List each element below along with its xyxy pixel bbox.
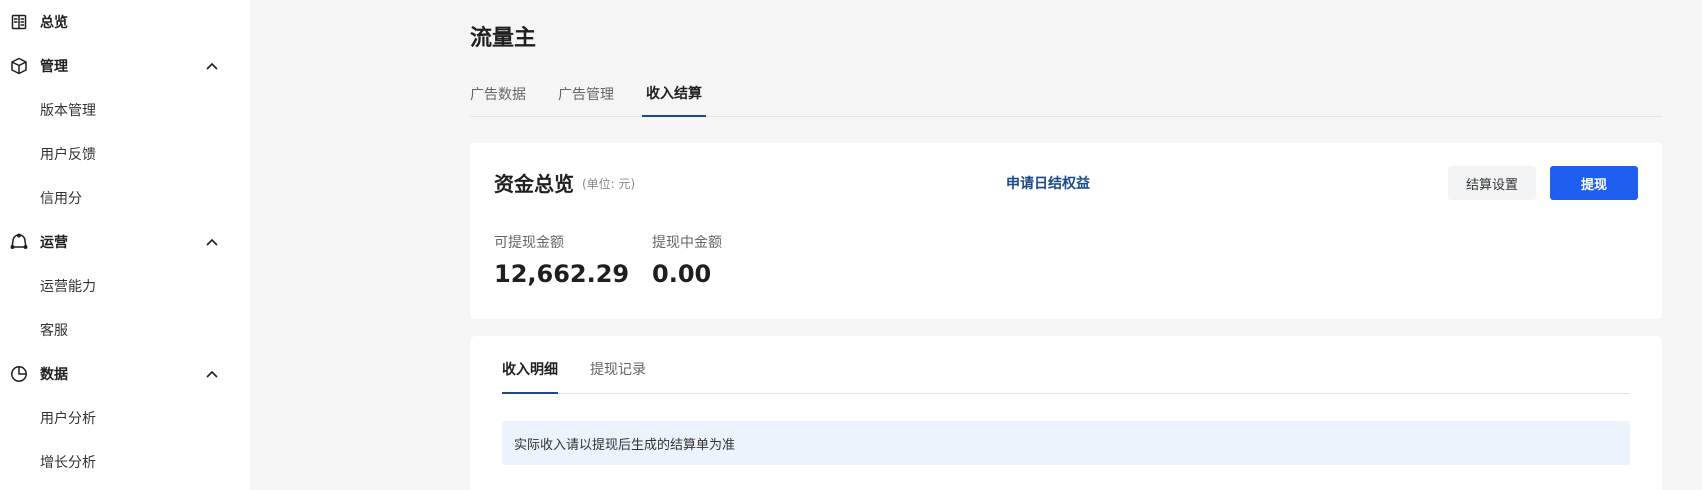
available-amount-label: 可提现金额 xyxy=(494,235,564,251)
sidebar-group-label: 数据 xyxy=(40,367,68,383)
withdraw-button[interactable]: 提现 xyxy=(1550,166,1638,200)
sidebar: 总览 管理 版本管理 用户反馈 信用分 运营 运营能力 客服 数据 用户分析 增… xyxy=(0,0,250,490)
sidebar-group-label: 总览 xyxy=(40,15,68,31)
fund-unit-label: (单位: 元) xyxy=(582,177,636,191)
sidebar-group-manage[interactable]: 管理 xyxy=(0,44,250,88)
detail-tabs: 收入明细 提现记录 xyxy=(502,336,1630,394)
cube-icon xyxy=(10,57,28,75)
pending-amount-value: 0.00 xyxy=(652,260,712,288)
main-tabs: 广告数据 广告管理 收入结算 xyxy=(470,70,1662,117)
sidebar-item-operation-capability[interactable]: 运营能力 xyxy=(40,266,240,306)
pie-chart-icon xyxy=(10,365,28,383)
sidebar-item-credit-score[interactable]: 信用分 xyxy=(40,178,240,218)
fund-overview-title: 资金总览 xyxy=(494,172,574,196)
sidebar-group-operation[interactable]: 运营 xyxy=(0,220,250,264)
sidebar-item-user-analysis[interactable]: 用户分析 xyxy=(40,398,240,438)
settlement-notice: 实际收入请以提现后生成的结算单为准 xyxy=(502,421,1630,465)
pending-amount-label: 提现中金额 xyxy=(652,235,722,251)
sidebar-item-overview[interactable]: 总览 xyxy=(0,0,250,44)
overview-icon xyxy=(10,13,28,31)
chevron-up-icon xyxy=(204,234,220,250)
sidebar-item-customer-service[interactable]: 客服 xyxy=(40,310,240,350)
sidebar-group-label: 运营 xyxy=(40,235,68,251)
sidebar-group-label: 管理 xyxy=(40,59,68,75)
sidebar-group-data[interactable]: 数据 xyxy=(0,352,250,396)
page-title: 流量主 xyxy=(470,26,537,51)
income-details-card: 收入明细 提现记录 实际收入请以提现后生成的结算单为准 xyxy=(470,336,1662,490)
tab-withdraw-records[interactable]: 提现记录 xyxy=(590,356,646,394)
settlement-settings-button[interactable]: 结算设置 xyxy=(1448,166,1536,200)
tab-ad-management[interactable]: 广告管理 xyxy=(558,70,614,117)
chevron-up-icon xyxy=(204,366,220,382)
chevron-up-icon xyxy=(204,58,220,74)
sidebar-item-version-management[interactable]: 版本管理 xyxy=(40,90,240,130)
tab-income-details[interactable]: 收入明细 xyxy=(502,356,558,394)
tab-ad-data[interactable]: 广告数据 xyxy=(470,70,526,117)
sidebar-item-user-feedback[interactable]: 用户反馈 xyxy=(40,134,240,174)
available-amount-value: 12,662.29 xyxy=(494,260,630,288)
fund-overview-card: 资金总览 (单位: 元) 申请日结权益 结算设置 提现 可提现金额 12,662… xyxy=(470,143,1662,319)
apply-daily-settlement-link[interactable]: 申请日结权益 xyxy=(1006,173,1090,193)
operation-icon xyxy=(10,233,28,251)
tab-income-settlement[interactable]: 收入结算 xyxy=(642,70,706,117)
sidebar-item-growth-analysis[interactable]: 增长分析 xyxy=(40,442,240,482)
